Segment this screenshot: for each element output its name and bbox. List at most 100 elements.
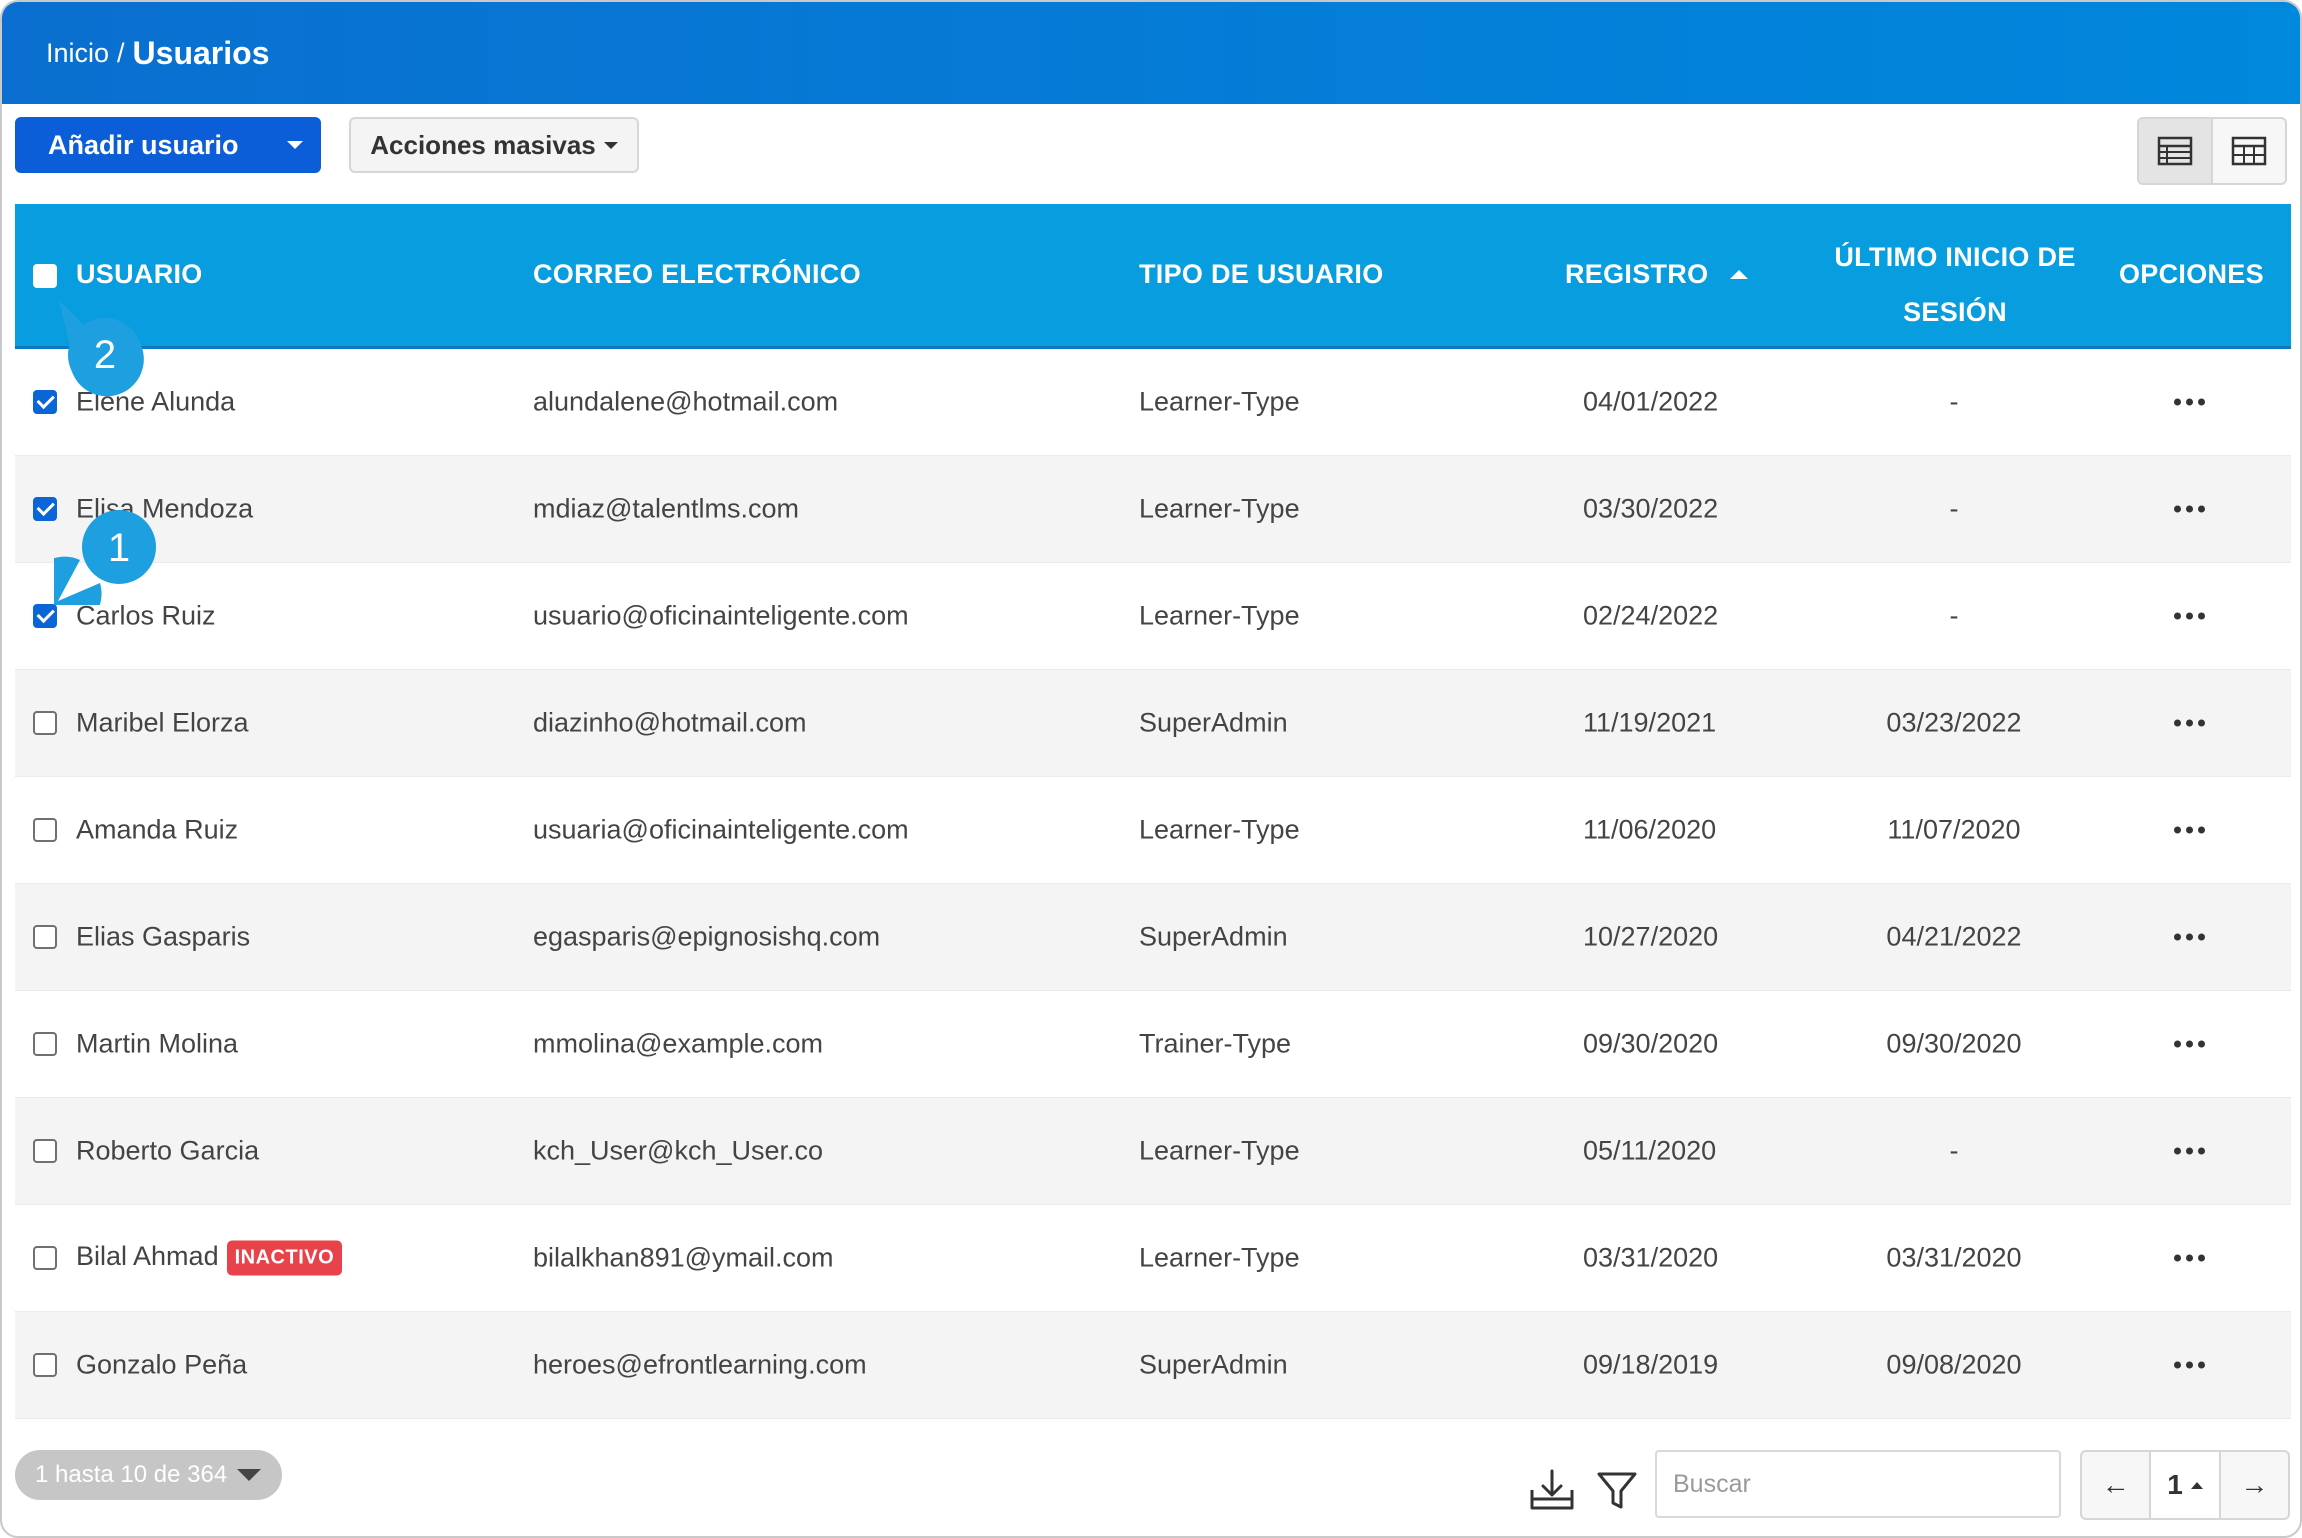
table-row[interactable]: Roberto Garcia kch_User@kch_User.co Learne… <box>15 1098 2291 1205</box>
user-type: Trainer-Type <box>1139 1028 1292 1059</box>
page-number-selector[interactable]: 1 <box>2149 1452 2221 1518</box>
user-name[interactable]: Bilal Ahmad <box>76 1241 219 1271</box>
bulk-actions-label: Acciones masivas <box>370 129 596 160</box>
list-view-button[interactable] <box>2139 119 2213 183</box>
dot <box>2198 1254 2205 1262</box>
table-row[interactable]: Maribel Elorza diazinho@hotmail.com SuperA… <box>15 670 2291 777</box>
registration-date: 03/31/2020 <box>1583 1242 1719 1273</box>
column-header-registered[interactable]: REGISTRO <box>1565 259 1749 290</box>
user-email: bilalkhan891@ymail.com <box>533 1242 834 1273</box>
user-email: alundalene@hotmail.com <box>533 386 839 417</box>
column-header-user[interactable]: USUARIO <box>76 259 203 290</box>
user-name[interactable]: Amanda Ruiz <box>76 815 238 845</box>
table-row[interactable]: Gonzalo Peña heroes@efrontlearning.com Sup… <box>15 1312 2291 1419</box>
user-name-cell[interactable]: Amanda Ruiz <box>76 815 238 846</box>
grid-view-button[interactable] <box>2213 119 2285 183</box>
dot <box>2198 1040 2205 1048</box>
table-row[interactable]: Elias Gasparis egasparis@epignosishq.com S… <box>15 884 2291 991</box>
registration-date: 11/06/2020 <box>1583 814 1717 845</box>
next-page-button[interactable]: → <box>2221 1452 2288 1518</box>
more-options-icon[interactable] <box>2174 398 2205 406</box>
more-options-icon[interactable] <box>2174 933 2205 941</box>
grid-view-icon <box>2231 136 2267 166</box>
more-options-icon[interactable] <box>2174 719 2205 727</box>
user-name-cell[interactable]: Carlos Ruiz <box>76 601 216 632</box>
row-select-checkbox[interactable] <box>33 1353 57 1377</box>
caret-down-icon <box>237 1469 262 1481</box>
row-select-checkbox[interactable] <box>33 818 57 842</box>
registration-date: 11/19/2021 <box>1583 707 1717 738</box>
prev-page-button[interactable]: ← <box>2082 1452 2149 1518</box>
last-login-date: - <box>1949 493 1959 524</box>
more-options-icon[interactable] <box>2174 612 2205 620</box>
dot <box>2186 1361 2193 1369</box>
dot <box>2174 933 2181 941</box>
search-input[interactable] <box>1655 1450 2061 1518</box>
more-options-icon[interactable] <box>2174 1147 2205 1155</box>
column-header-user-type[interactable]: TIPO DE USUARIO <box>1139 259 1384 290</box>
dot <box>2198 1147 2205 1155</box>
user-type: SuperAdmin <box>1139 921 1288 952</box>
user-name-cell[interactable]: Gonzalo Peña <box>76 1350 247 1381</box>
last-login-date: 11/07/2020 <box>1887 814 2021 845</box>
dot <box>2198 826 2205 834</box>
dot <box>2174 1147 2181 1155</box>
user-name[interactable]: Maribel Elorza <box>76 708 249 738</box>
page-size-selector[interactable]: 1 hasta 10 de 364 <box>15 1450 282 1500</box>
registration-date: 02/24/2022 <box>1583 600 1719 631</box>
add-user-button[interactable]: Añadir usuario <box>15 117 321 173</box>
user-name[interactable]: Elias Gasparis <box>76 922 250 952</box>
row-select-checkbox[interactable] <box>33 1246 57 1270</box>
user-name-cell[interactable]: Bilal Ahmad INACTIVO <box>76 1240 343 1276</box>
table-row[interactable]: Elene Alunda alundalene@hotmail.com Learne… <box>15 349 2291 456</box>
user-name-cell[interactable]: Maribel Elorza <box>76 708 249 739</box>
filter-icon[interactable] <box>1596 1470 1638 1512</box>
row-select-checkbox[interactable] <box>33 925 57 949</box>
row-select-checkbox[interactable] <box>33 604 57 628</box>
more-options-icon[interactable] <box>2174 1254 2205 1262</box>
select-all-checkbox[interactable] <box>33 264 57 288</box>
user-type: SuperAdmin <box>1139 707 1288 738</box>
column-header-last-login[interactable]: ÚLTIMO INICIO DE SESIÓN <box>1805 230 2105 340</box>
user-type: Learner-Type <box>1139 1242 1300 1273</box>
table-row[interactable]: Amanda Ruiz usuaria@oficinainteligente.co… <box>15 777 2291 884</box>
dot <box>2174 612 2181 620</box>
current-page-number: 1 <box>2167 1469 2183 1500</box>
user-email: mdiaz@talentlms.com <box>533 493 799 524</box>
more-options-icon[interactable] <box>2174 826 2205 834</box>
breadcrumb-home-link[interactable]: Inicio <box>46 38 109 69</box>
table-row[interactable]: Bilal Ahmad INACTIVO bilalkhan891@ymail.co… <box>15 1205 2291 1312</box>
row-select-checkbox[interactable] <box>33 390 57 414</box>
last-login-date: 03/23/2022 <box>1886 707 2022 738</box>
table-row[interactable]: Elisa Mendoza mdiaz@talentlms.com Learner-… <box>15 456 2291 563</box>
registration-date: 04/01/2022 <box>1583 386 1719 417</box>
user-email: mmolina@example.com <box>533 1028 823 1059</box>
user-name-cell[interactable]: Roberto Garcia <box>76 1136 259 1167</box>
more-options-icon[interactable] <box>2174 1040 2205 1048</box>
row-select-checkbox[interactable] <box>33 711 57 735</box>
user-type: Learner-Type <box>1139 493 1300 524</box>
user-name[interactable]: Roberto Garcia <box>76 1136 259 1166</box>
user-email: diazinho@hotmail.com <box>533 707 807 738</box>
download-icon[interactable] <box>1529 1468 1575 1512</box>
registration-date: 03/30/2022 <box>1583 493 1719 524</box>
user-name-cell[interactable]: Martin Molina <box>76 1029 238 1060</box>
more-options-icon[interactable] <box>2174 505 2205 513</box>
row-select-checkbox[interactable] <box>33 1032 57 1056</box>
user-name-cell[interactable]: Elias Gasparis <box>76 922 250 953</box>
more-options-icon[interactable] <box>2174 1361 2205 1369</box>
table-row[interactable]: Martin Molina mmolina@example.com Trainer-… <box>15 991 2291 1098</box>
table-row[interactable]: Carlos Ruiz usuario@oficinainteligente.co… <box>15 563 2291 670</box>
last-login-date: - <box>1949 1135 1959 1166</box>
column-header-email[interactable]: CORREO ELECTRÓNICO <box>533 259 861 290</box>
user-name[interactable]: Gonzalo Peña <box>76 1350 247 1380</box>
user-name[interactable]: Martin Molina <box>76 1029 238 1059</box>
status-badge: INACTIVO <box>226 1240 343 1276</box>
chevron-down-icon <box>287 141 303 149</box>
dot <box>2186 719 2193 727</box>
user-name[interactable]: Carlos Ruiz <box>76 601 216 631</box>
user-type: SuperAdmin <box>1139 1349 1288 1380</box>
add-user-dropdown-toggle[interactable] <box>269 117 321 173</box>
bulk-actions-button[interactable]: Acciones masivas <box>349 117 639 173</box>
row-select-checkbox[interactable] <box>33 1139 57 1163</box>
